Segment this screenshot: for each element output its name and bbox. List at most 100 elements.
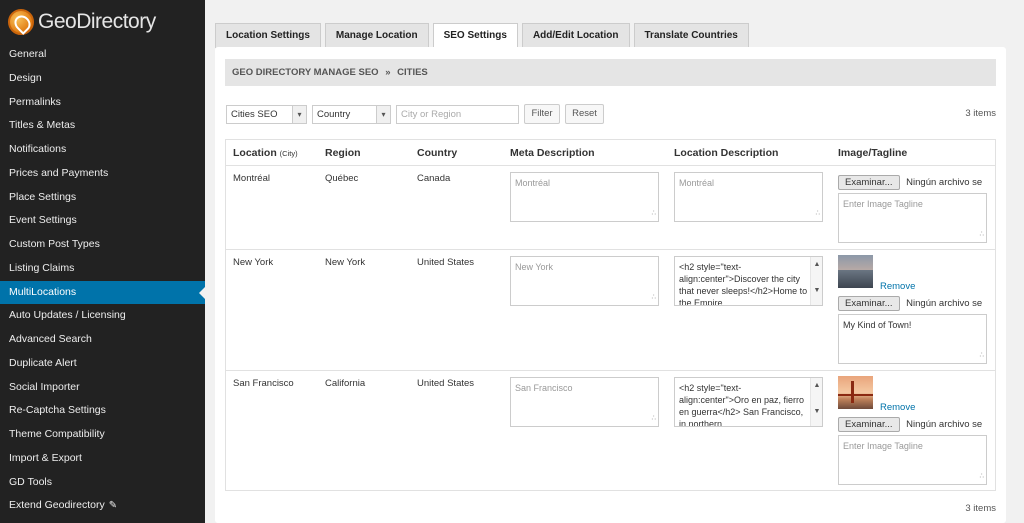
breadcrumb: GEO DIRECTORY MANAGE SEO » CITIES	[225, 59, 996, 86]
column-header-location-description: Location Description	[674, 147, 779, 159]
logo-text: GeoDirectory	[38, 10, 156, 33]
resize-grip-icon: ∴	[651, 415, 656, 422]
tab-add-edit-location[interactable]: Add/Edit Location	[521, 23, 630, 48]
meta-description-placeholder: New York	[515, 262, 554, 272]
browse-file-button[interactable]: Examinar...	[838, 296, 900, 311]
location-description-textarea[interactable]: Montréal ∴	[674, 172, 823, 222]
sidebar-item-design[interactable]: Design	[0, 67, 205, 91]
textarea-scrollbar[interactable]: ▲ ▼	[810, 378, 822, 426]
sidebar-item-notifications[interactable]: Notifications	[0, 138, 205, 162]
image-tagline-textarea[interactable]: Enter Image Tagline ∴	[838, 435, 987, 485]
items-count-top: 3 items	[965, 108, 996, 119]
cell-location: Montréal	[233, 173, 270, 184]
meta-description-textarea[interactable]: Montréal ∴	[510, 172, 659, 222]
resize-grip-icon: ∴	[979, 352, 984, 359]
sidebar-item-recaptcha-settings[interactable]: Re-Captcha Settings	[0, 399, 205, 423]
plug-icon: ✎	[108, 500, 118, 512]
country-value: Country	[317, 109, 351, 120]
geodirectory-logo[interactable]: GeoDirectory	[8, 6, 156, 38]
reset-button[interactable]: Reset	[565, 104, 604, 124]
scroll-down-icon: ▼	[813, 287, 821, 294]
column-header-image-tagline: Image/Tagline	[838, 147, 908, 159]
cell-country: Canada	[417, 173, 451, 184]
image-tagline-value: My Kind of Town!	[843, 320, 912, 330]
items-count-bottom: 3 items	[965, 503, 996, 514]
cell-location: New York	[233, 257, 274, 268]
tab-translate-countries[interactable]: Translate Countries	[633, 23, 749, 48]
file-status: Ningún archivo se	[906, 419, 983, 430]
sidebar-item-multilocations[interactable]: MultiLocations	[0, 280, 205, 305]
sidebar-item-theme-compatibility[interactable]: Theme Compatibility	[0, 423, 205, 447]
textarea-scrollbar[interactable]: ▲ ▼	[810, 257, 822, 305]
tab-seo-settings[interactable]: SEO Settings	[432, 23, 518, 49]
breadcrumb-page: CITIES	[397, 67, 428, 78]
image-tagline-placeholder: Enter Image Tagline	[843, 199, 923, 209]
browse-file-button[interactable]: Examinar...	[838, 417, 900, 432]
row-divider	[226, 249, 995, 250]
location-description-textarea[interactable]: <h2 style="text-align:center">Oro en paz…	[674, 377, 823, 427]
sidebar-item-listing-claims[interactable]: Listing Claims	[0, 257, 205, 281]
scroll-down-icon: ▼	[813, 408, 821, 415]
image-file-input[interactable]: Examinar... Ningún archivo se	[838, 417, 982, 432]
image-file-input[interactable]: Examinar... Ningún archivo se	[838, 296, 982, 311]
seo-type-select[interactable]: Cities SEO ▾	[226, 105, 307, 124]
chevron-down-icon: ▾	[292, 106, 306, 123]
cell-country: United States	[417, 257, 475, 268]
column-header-location: Location (City)	[233, 147, 298, 159]
seo-type-value: Cities SEO	[231, 109, 278, 120]
column-header-country: Country	[417, 147, 458, 159]
settings-menu: General Design Permalinks Titles & Metas…	[0, 43, 205, 518]
tab-location-settings[interactable]: Location Settings	[215, 23, 321, 48]
settings-tabs: Location Settings Manage Location SEO Se…	[215, 23, 753, 49]
resize-grip-icon: ∴	[979, 231, 984, 238]
admin-sidebar: GeoDirectory General Design Permalinks T…	[0, 0, 205, 523]
sidebar-item-label: Extend Geodirectory	[9, 499, 105, 512]
cell-location: San Francisco	[233, 378, 294, 389]
sidebar-item-import-export[interactable]: Import & Export	[0, 447, 205, 471]
sidebar-item-social-importer[interactable]: Social Importer	[0, 376, 205, 400]
sidebar-item-event-settings[interactable]: Event Settings	[0, 209, 205, 233]
chevron-down-icon: ▾	[376, 106, 390, 123]
meta-description-textarea[interactable]: San Francisco ∴	[510, 377, 659, 427]
tab-manage-location[interactable]: Manage Location	[324, 23, 429, 48]
sidebar-item-auto-updates[interactable]: Auto Updates / Licensing	[0, 304, 205, 328]
sidebar-item-extend-geodirectory[interactable]: Extend Geodirectory ✎	[0, 494, 205, 518]
city-region-search-input[interactable]: City or Region	[396, 105, 519, 124]
image-file-input[interactable]: Examinar... Ningún archivo se	[838, 175, 982, 190]
cell-country: United States	[417, 378, 475, 389]
sidebar-item-custom-post-types[interactable]: Custom Post Types	[0, 233, 205, 257]
scroll-up-icon: ▲	[813, 261, 821, 268]
remove-image-link[interactable]: Remove	[880, 281, 915, 292]
scroll-up-icon: ▲	[813, 382, 821, 389]
sidebar-item-gd-tools[interactable]: GD Tools	[0, 471, 205, 495]
sidebar-item-general[interactable]: General	[0, 43, 205, 67]
row-divider	[226, 165, 995, 166]
sidebar-item-prices-payments[interactable]: Prices and Payments	[0, 162, 205, 186]
sidebar-item-titles-metas[interactable]: Titles & Metas	[0, 114, 205, 138]
san-francisco-thumbnail	[838, 376, 873, 409]
resize-grip-icon: ∴	[979, 473, 984, 480]
row-divider	[226, 370, 995, 371]
meta-description-placeholder: Montréal	[515, 178, 551, 188]
sidebar-item-duplicate-alert[interactable]: Duplicate Alert	[0, 352, 205, 376]
filter-button[interactable]: Filter	[524, 104, 560, 124]
cell-region: California	[325, 378, 366, 389]
meta-description-textarea[interactable]: New York ∴	[510, 256, 659, 306]
sidebar-item-advanced-search[interactable]: Advanced Search	[0, 328, 205, 352]
sidebar-item-place-settings[interactable]: Place Settings	[0, 186, 205, 210]
meta-description-placeholder: San Francisco	[515, 383, 573, 393]
breadcrumb-section: GEO DIRECTORY MANAGE SEO	[232, 67, 379, 78]
seo-settings-panel: GEO DIRECTORY MANAGE SEO » CITIES Cities…	[215, 47, 1006, 523]
cities-seo-table: Location (City) Region Country Meta Desc…	[225, 139, 996, 491]
image-tagline-textarea[interactable]: Enter Image Tagline ∴	[838, 193, 987, 243]
image-tagline-textarea[interactable]: My Kind of Town! ∴	[838, 314, 987, 364]
country-select[interactable]: Country ▾	[312, 105, 391, 124]
remove-image-link[interactable]: Remove	[880, 402, 915, 413]
sidebar-item-permalinks[interactable]: Permalinks	[0, 91, 205, 115]
browse-file-button[interactable]: Examinar...	[838, 175, 900, 190]
new-york-thumbnail	[838, 255, 873, 288]
resize-grip-icon: ∴	[815, 210, 820, 217]
location-description-placeholder: Montréal	[679, 178, 715, 188]
location-description-textarea[interactable]: <h2 style="text-align:center">Discover t…	[674, 256, 823, 306]
globe-pin-icon	[8, 9, 34, 35]
